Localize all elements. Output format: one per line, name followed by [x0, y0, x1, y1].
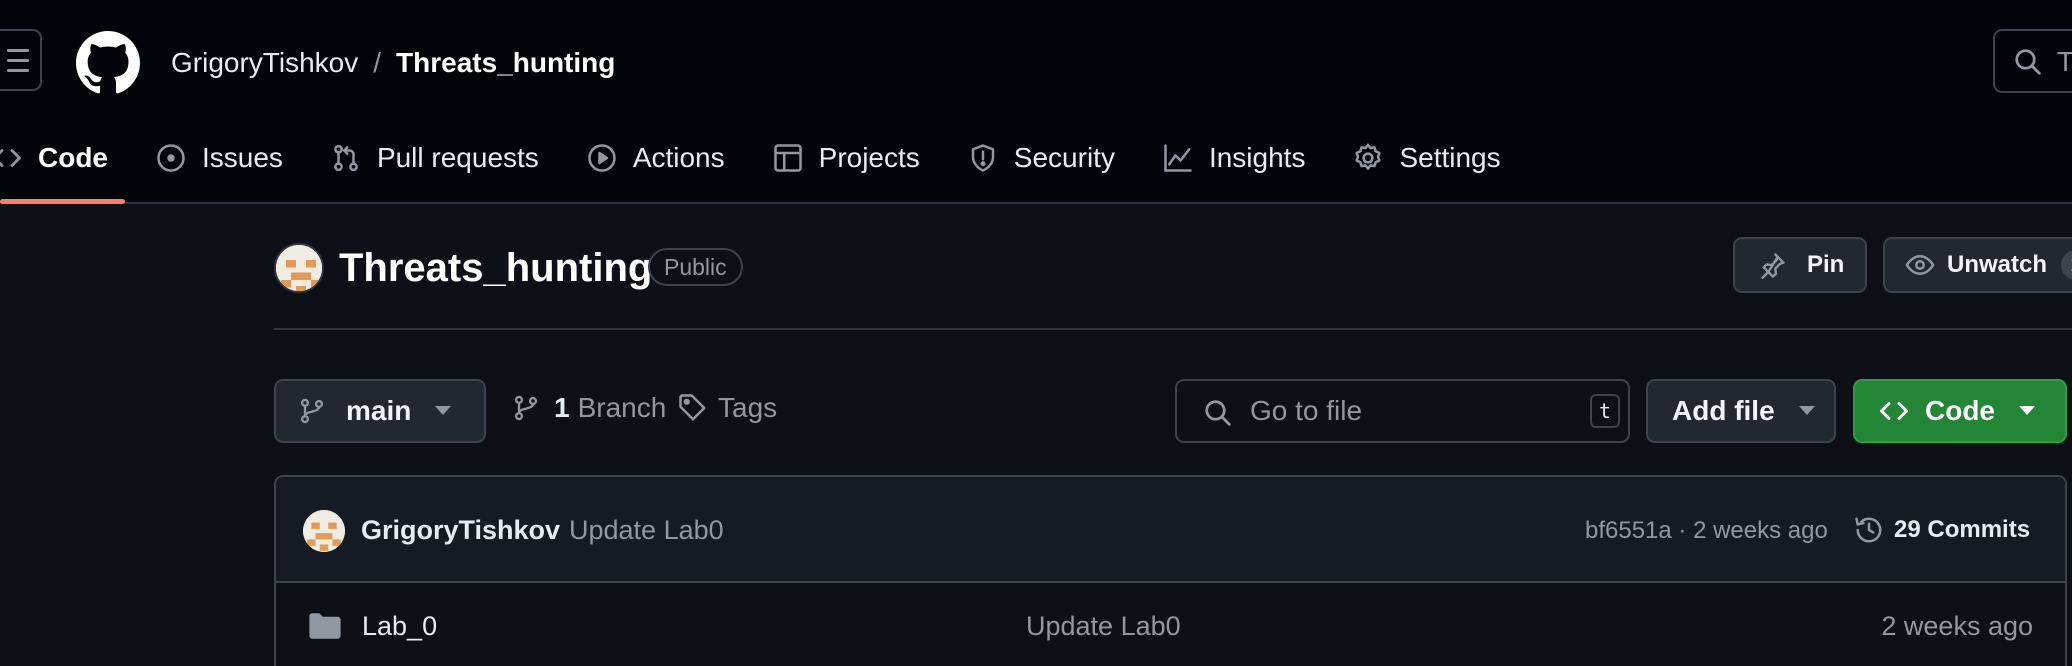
branch-select-button[interactable]: main [274, 379, 486, 443]
branches-link[interactable]: 1 Branch [512, 392, 666, 424]
search-icon [2015, 49, 2041, 75]
code-button-label: Code [1925, 395, 1995, 426]
repo-nav-tabs: Code Issues Pull requests Actions Projec… [0, 130, 1525, 204]
tags-label: Tags [718, 392, 778, 423]
breadcrumb-owner-link[interactable]: GrigoryTishkov [171, 45, 358, 81]
keyboard-shortcut-hint: t [1590, 394, 1620, 428]
file-browser: GrigoryTishkov Update Lab0 bf6551a · 2 w… [274, 475, 2067, 666]
breadcrumb-separator: / [373, 47, 382, 78]
file-name-link[interactable]: Lab_0 [362, 611, 437, 642]
commits-history-link[interactable]: 29 Commits [1854, 515, 2030, 545]
issue-icon [157, 144, 185, 172]
table-icon [773, 144, 802, 172]
tab-pull-requests[interactable]: Pull requests [331, 130, 563, 186]
tab-actions[interactable]: Actions [587, 130, 749, 186]
add-file-button[interactable]: Add file [1646, 379, 1836, 443]
tab-insights[interactable]: Insights [1163, 130, 1330, 186]
tab-settings[interactable]: Settings [1353, 130, 1524, 186]
commit-message-link[interactable]: Update Lab0 [569, 515, 724, 546]
title-divider [274, 328, 2072, 330]
folder-icon [309, 613, 341, 639]
caret-down-icon [435, 406, 452, 415]
tab-label: Code [38, 142, 108, 173]
search-icon [1205, 400, 1231, 426]
menu-line [7, 48, 29, 52]
add-file-label: Add file [1672, 395, 1775, 426]
gear-icon [1355, 143, 1382, 170]
menu-line [7, 58, 29, 62]
search-placeholder: T [2057, 46, 2072, 77]
code-dropdown-button[interactable]: Code [1853, 379, 2067, 443]
branch-count: 1 [554, 392, 570, 423]
pin-icon [1761, 253, 1785, 279]
commits-count-label: 29 Commits [1894, 516, 2031, 543]
tag-icon [679, 394, 706, 421]
branch-name: main [346, 395, 412, 426]
active-tab-indicator [0, 199, 125, 204]
git-branch-icon [514, 395, 538, 421]
identicon [276, 245, 322, 291]
identicon [303, 510, 345, 552]
global-search-input[interactable]: T [1993, 29, 2072, 93]
visibility-badge: Public [648, 248, 743, 286]
watch-count-badge: 1 [2061, 250, 2072, 280]
tab-label: Issues [202, 142, 283, 173]
tags-link[interactable]: Tags [678, 392, 777, 424]
tab-label: Security [1013, 142, 1115, 173]
hamburger-menu-button[interactable] [0, 29, 42, 91]
table-row[interactable]: Lab_0 Update Lab0 2 weeks ago [276, 583, 2065, 666]
menu-line [7, 68, 29, 72]
tab-label: Pull requests [376, 142, 539, 173]
owner-avatar[interactable] [274, 243, 324, 293]
pull-request-icon [334, 144, 358, 172]
git-branch-icon [300, 398, 324, 424]
eye-icon [1905, 254, 1935, 276]
caret-down-icon [1798, 406, 1815, 415]
unwatch-label: Unwatch [1947, 251, 2048, 278]
code-icon [1880, 402, 1908, 420]
commit-author-avatar[interactable] [303, 510, 345, 552]
tab-label: Actions [632, 142, 725, 173]
breadcrumb-repo-link[interactable]: Threats_hunting [396, 45, 615, 81]
caret-down-icon [2019, 406, 2035, 415]
tab-projects[interactable]: Projects [773, 130, 944, 186]
pin-button[interactable]: Pin [1733, 237, 1867, 293]
tab-code[interactable]: Code [0, 130, 132, 186]
repo-title[interactable]: Threats_hunting [339, 243, 652, 293]
code-icon [0, 149, 21, 167]
shield-icon [971, 144, 995, 172]
play-icon [588, 144, 616, 172]
latest-commit-row: GrigoryTishkov Update Lab0 bf6551a · 2 w… [276, 477, 2065, 583]
tab-security[interactable]: Security [968, 130, 1139, 186]
graph-icon [1164, 144, 1192, 172]
history-icon [1855, 517, 1882, 543]
tab-label: Insights [1208, 142, 1306, 173]
tab-label: Projects [818, 142, 920, 173]
pin-label: Pin [1807, 251, 1845, 278]
tab-issues[interactable]: Issues [156, 130, 307, 186]
app-header: GrigoryTishkov / Threats_hunting T Code … [0, 0, 2072, 204]
commit-hash-and-time[interactable]: bf6551a · 2 weeks ago [1585, 517, 1828, 545]
unwatch-button[interactable]: Unwatch 1 [1883, 237, 2072, 293]
file-commit-time: 2 weeks ago [1881, 611, 2033, 641]
go-to-file-input[interactable]: Go to file t [1175, 379, 1630, 443]
github-logo-icon[interactable] [76, 31, 140, 95]
tab-label: Settings [1399, 142, 1501, 173]
go-to-file-placeholder: Go to file [1250, 395, 1363, 426]
file-commit-message-link[interactable]: Update Lab0 [1026, 611, 1181, 642]
branch-label: Branch [577, 392, 667, 423]
breadcrumb: GrigoryTishkov / Threats_hunting [171, 45, 615, 81]
commit-author-link[interactable]: GrigoryTishkov [361, 515, 560, 546]
